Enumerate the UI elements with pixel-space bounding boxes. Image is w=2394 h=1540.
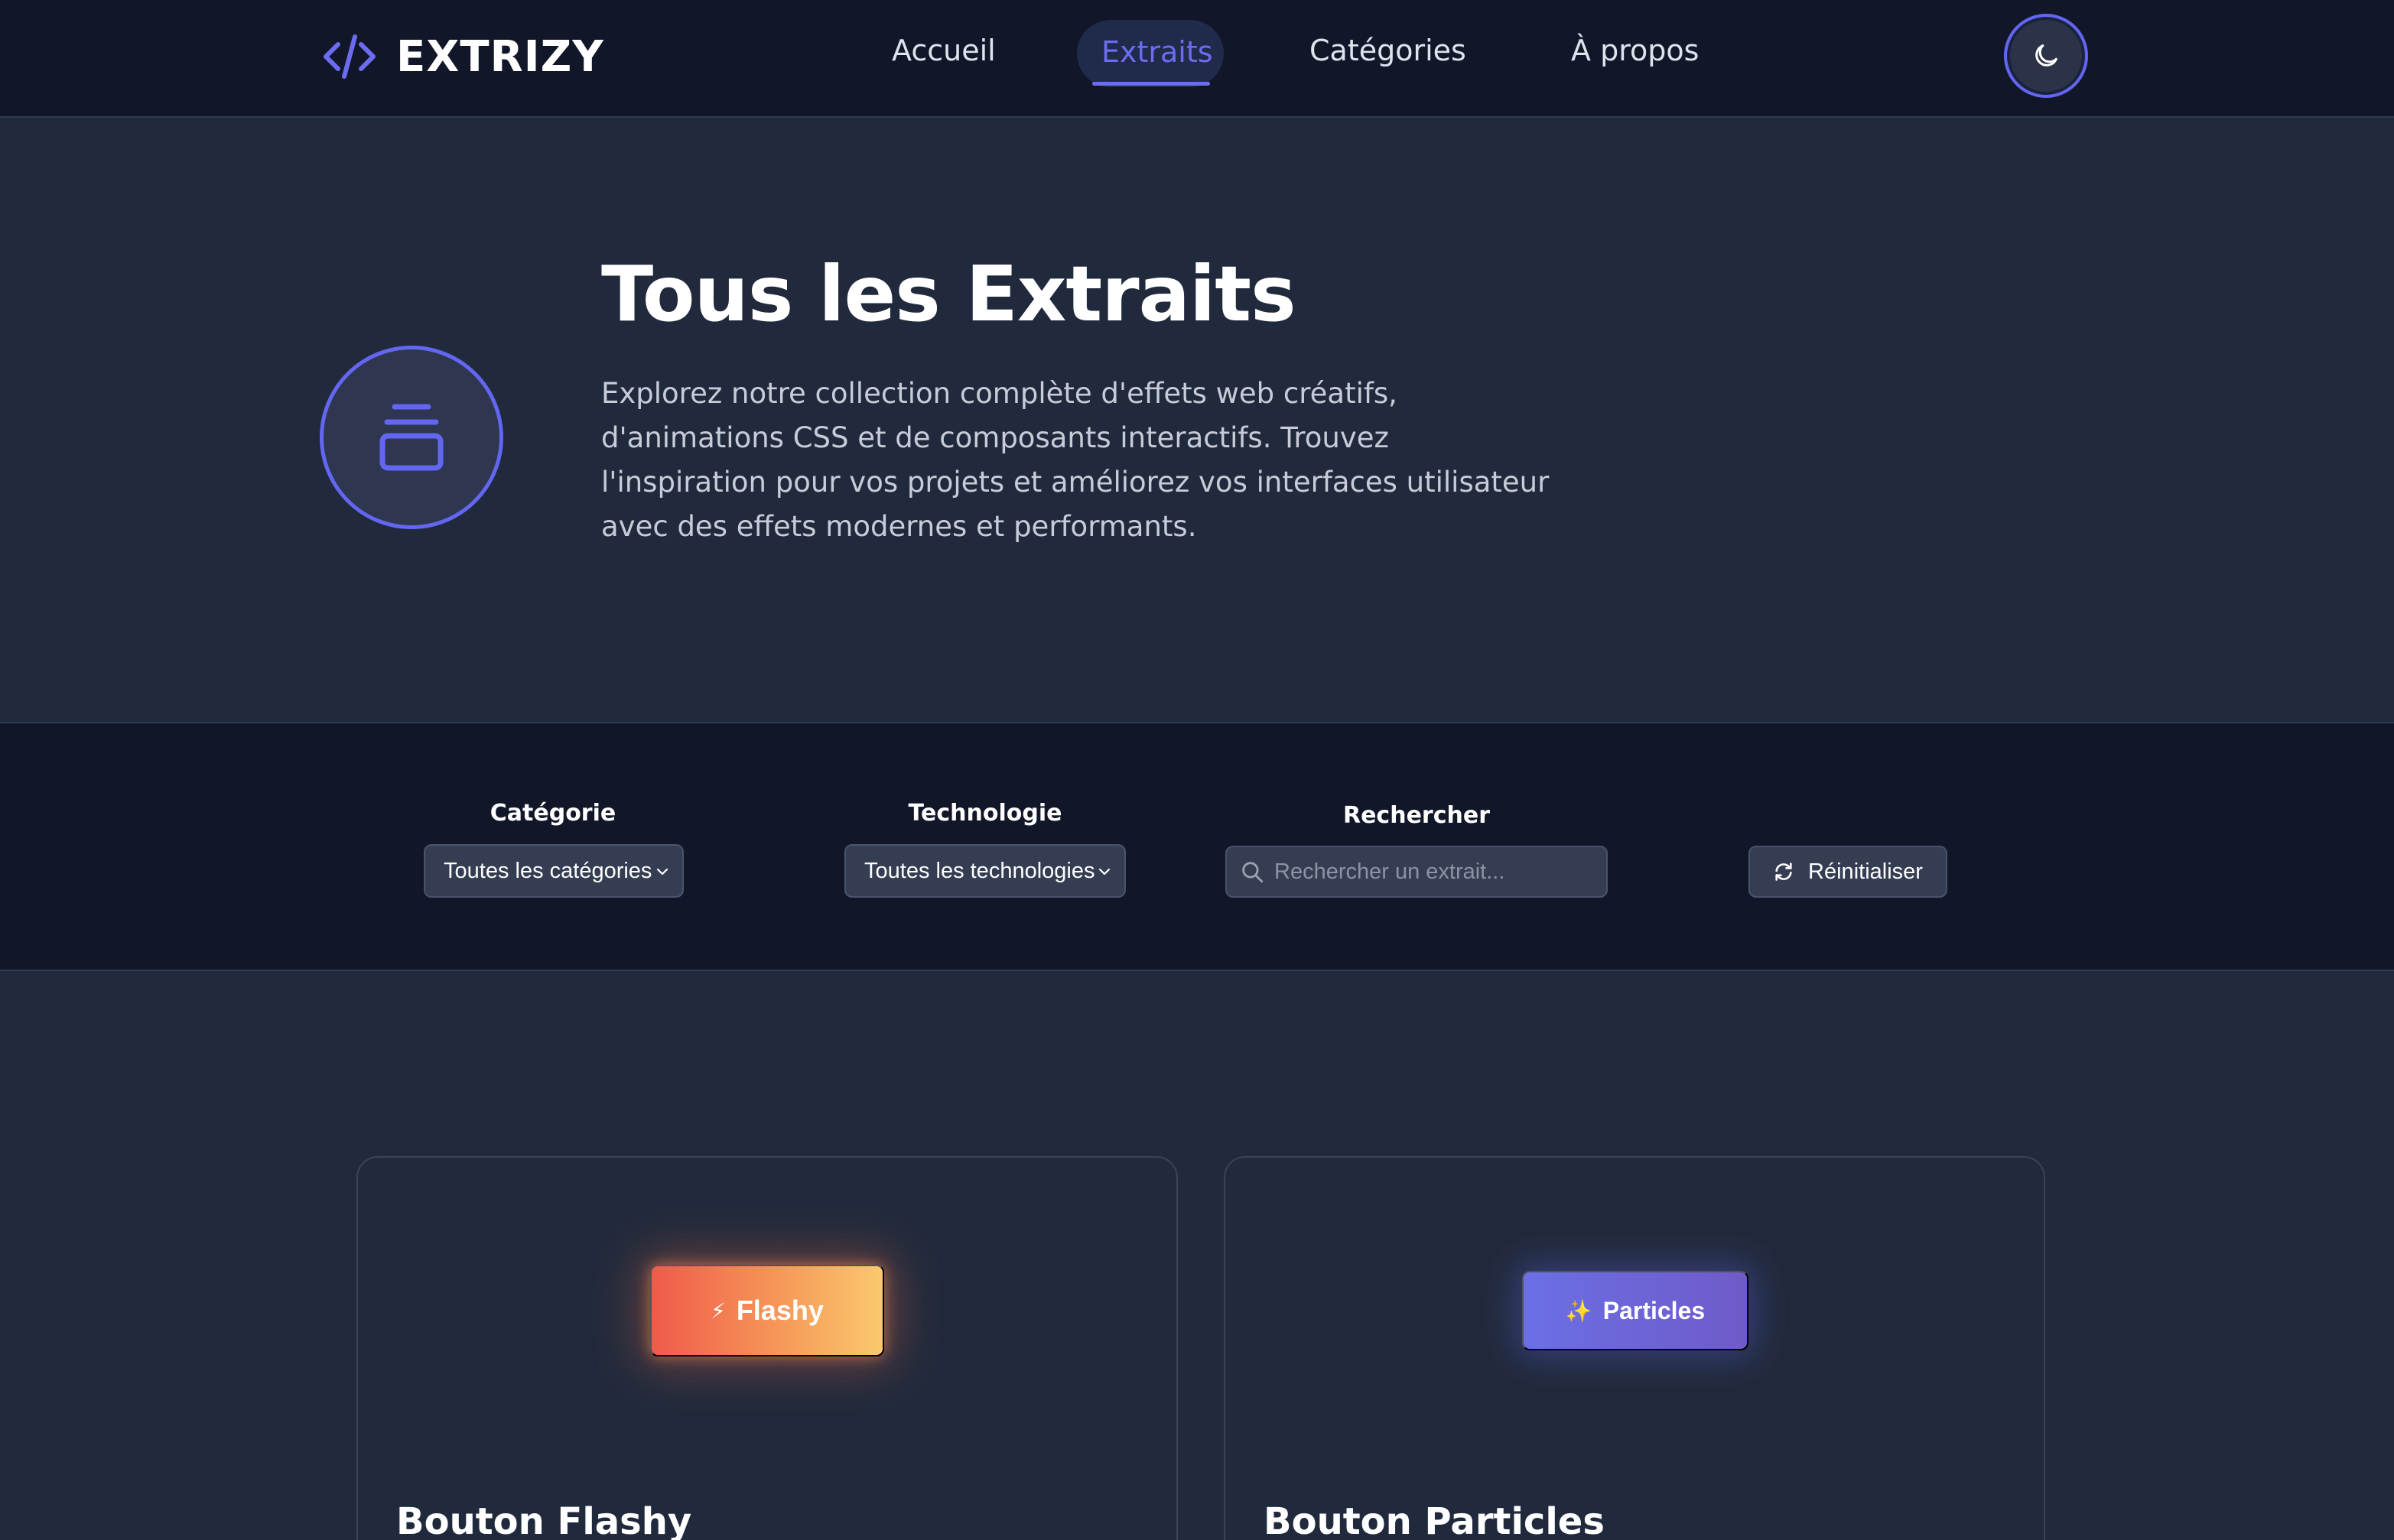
- particles-demo-label: Particles: [1602, 1296, 1706, 1324]
- technology-filter-label: Technologie: [908, 800, 1062, 827]
- nav-link-extraits[interactable]: Extraits: [1101, 35, 1213, 69]
- card-title: Bouton Flashy: [396, 1500, 692, 1540]
- reset-filters-button[interactable]: Réinitialiser: [1748, 846, 1947, 898]
- reset-button-label: Réinitialiser: [1808, 859, 1923, 884]
- particles-demo-button[interactable]: ✨ Particles: [1522, 1271, 1748, 1350]
- top-navbar: EXTRIZY Accueil Extraits Catégories À pr…: [0, 0, 2394, 118]
- hero-icon-circle: [320, 346, 503, 529]
- search-input[interactable]: [1274, 859, 1595, 885]
- category-filter-label: Catégorie: [490, 800, 616, 827]
- nav-link-categories[interactable]: Catégories: [1309, 34, 1466, 67]
- refresh-icon: [1775, 863, 1792, 881]
- brand-logo[interactable]: EXTRIZY: [321, 29, 604, 84]
- brand-name: EXTRIZY: [396, 31, 604, 82]
- page-description: Explorez notre collection complète d'eff…: [601, 377, 1550, 543]
- flashy-demo-label: Flashy: [736, 1295, 824, 1326]
- moon-icon: [2035, 44, 2057, 67]
- search-field[interactable]: [1225, 846, 1608, 898]
- card-title: Bouton Particles: [1264, 1500, 1605, 1540]
- snippet-card-particles[interactable]: ✨ Particles Bouton Particles: [1224, 1156, 2045, 1540]
- search-icon: [1242, 862, 1264, 883]
- chevron-down-icon: [1098, 868, 1111, 876]
- nav-active-underline: [1092, 82, 1210, 86]
- page-title: Tous les Extraits: [601, 249, 1296, 339]
- layers-stack-icon: [379, 404, 444, 471]
- nav-link-accueil[interactable]: Accueil: [892, 34, 996, 67]
- chevron-down-icon: [656, 868, 668, 876]
- sparkles-icon: ✨: [1565, 1298, 1592, 1324]
- category-select-value: Toutes les catégories: [444, 858, 652, 883]
- lightning-icon: ⚡: [711, 1298, 726, 1324]
- hero-section: Tous les Extraits Explorez notre collect…: [0, 119, 2394, 722]
- filters-bar: Catégorie Toutes les catégories Technolo…: [0, 722, 2394, 971]
- nav-link-a-propos[interactable]: À propos: [1571, 34, 1699, 67]
- code-brackets-icon: [324, 34, 376, 79]
- flashy-demo-button[interactable]: ⚡ Flashy: [650, 1265, 884, 1356]
- snippet-card-flashy[interactable]: ⚡ Flashy Bouton Flashy: [356, 1156, 1178, 1540]
- theme-toggle-button[interactable]: [2004, 14, 2088, 98]
- search-filter-label: Rechercher: [1342, 802, 1490, 829]
- technology-select[interactable]: Toutes les technologies: [844, 844, 1126, 898]
- category-select[interactable]: Toutes les catégories: [424, 844, 684, 898]
- technology-select-value: Toutes les technologies: [864, 858, 1095, 883]
